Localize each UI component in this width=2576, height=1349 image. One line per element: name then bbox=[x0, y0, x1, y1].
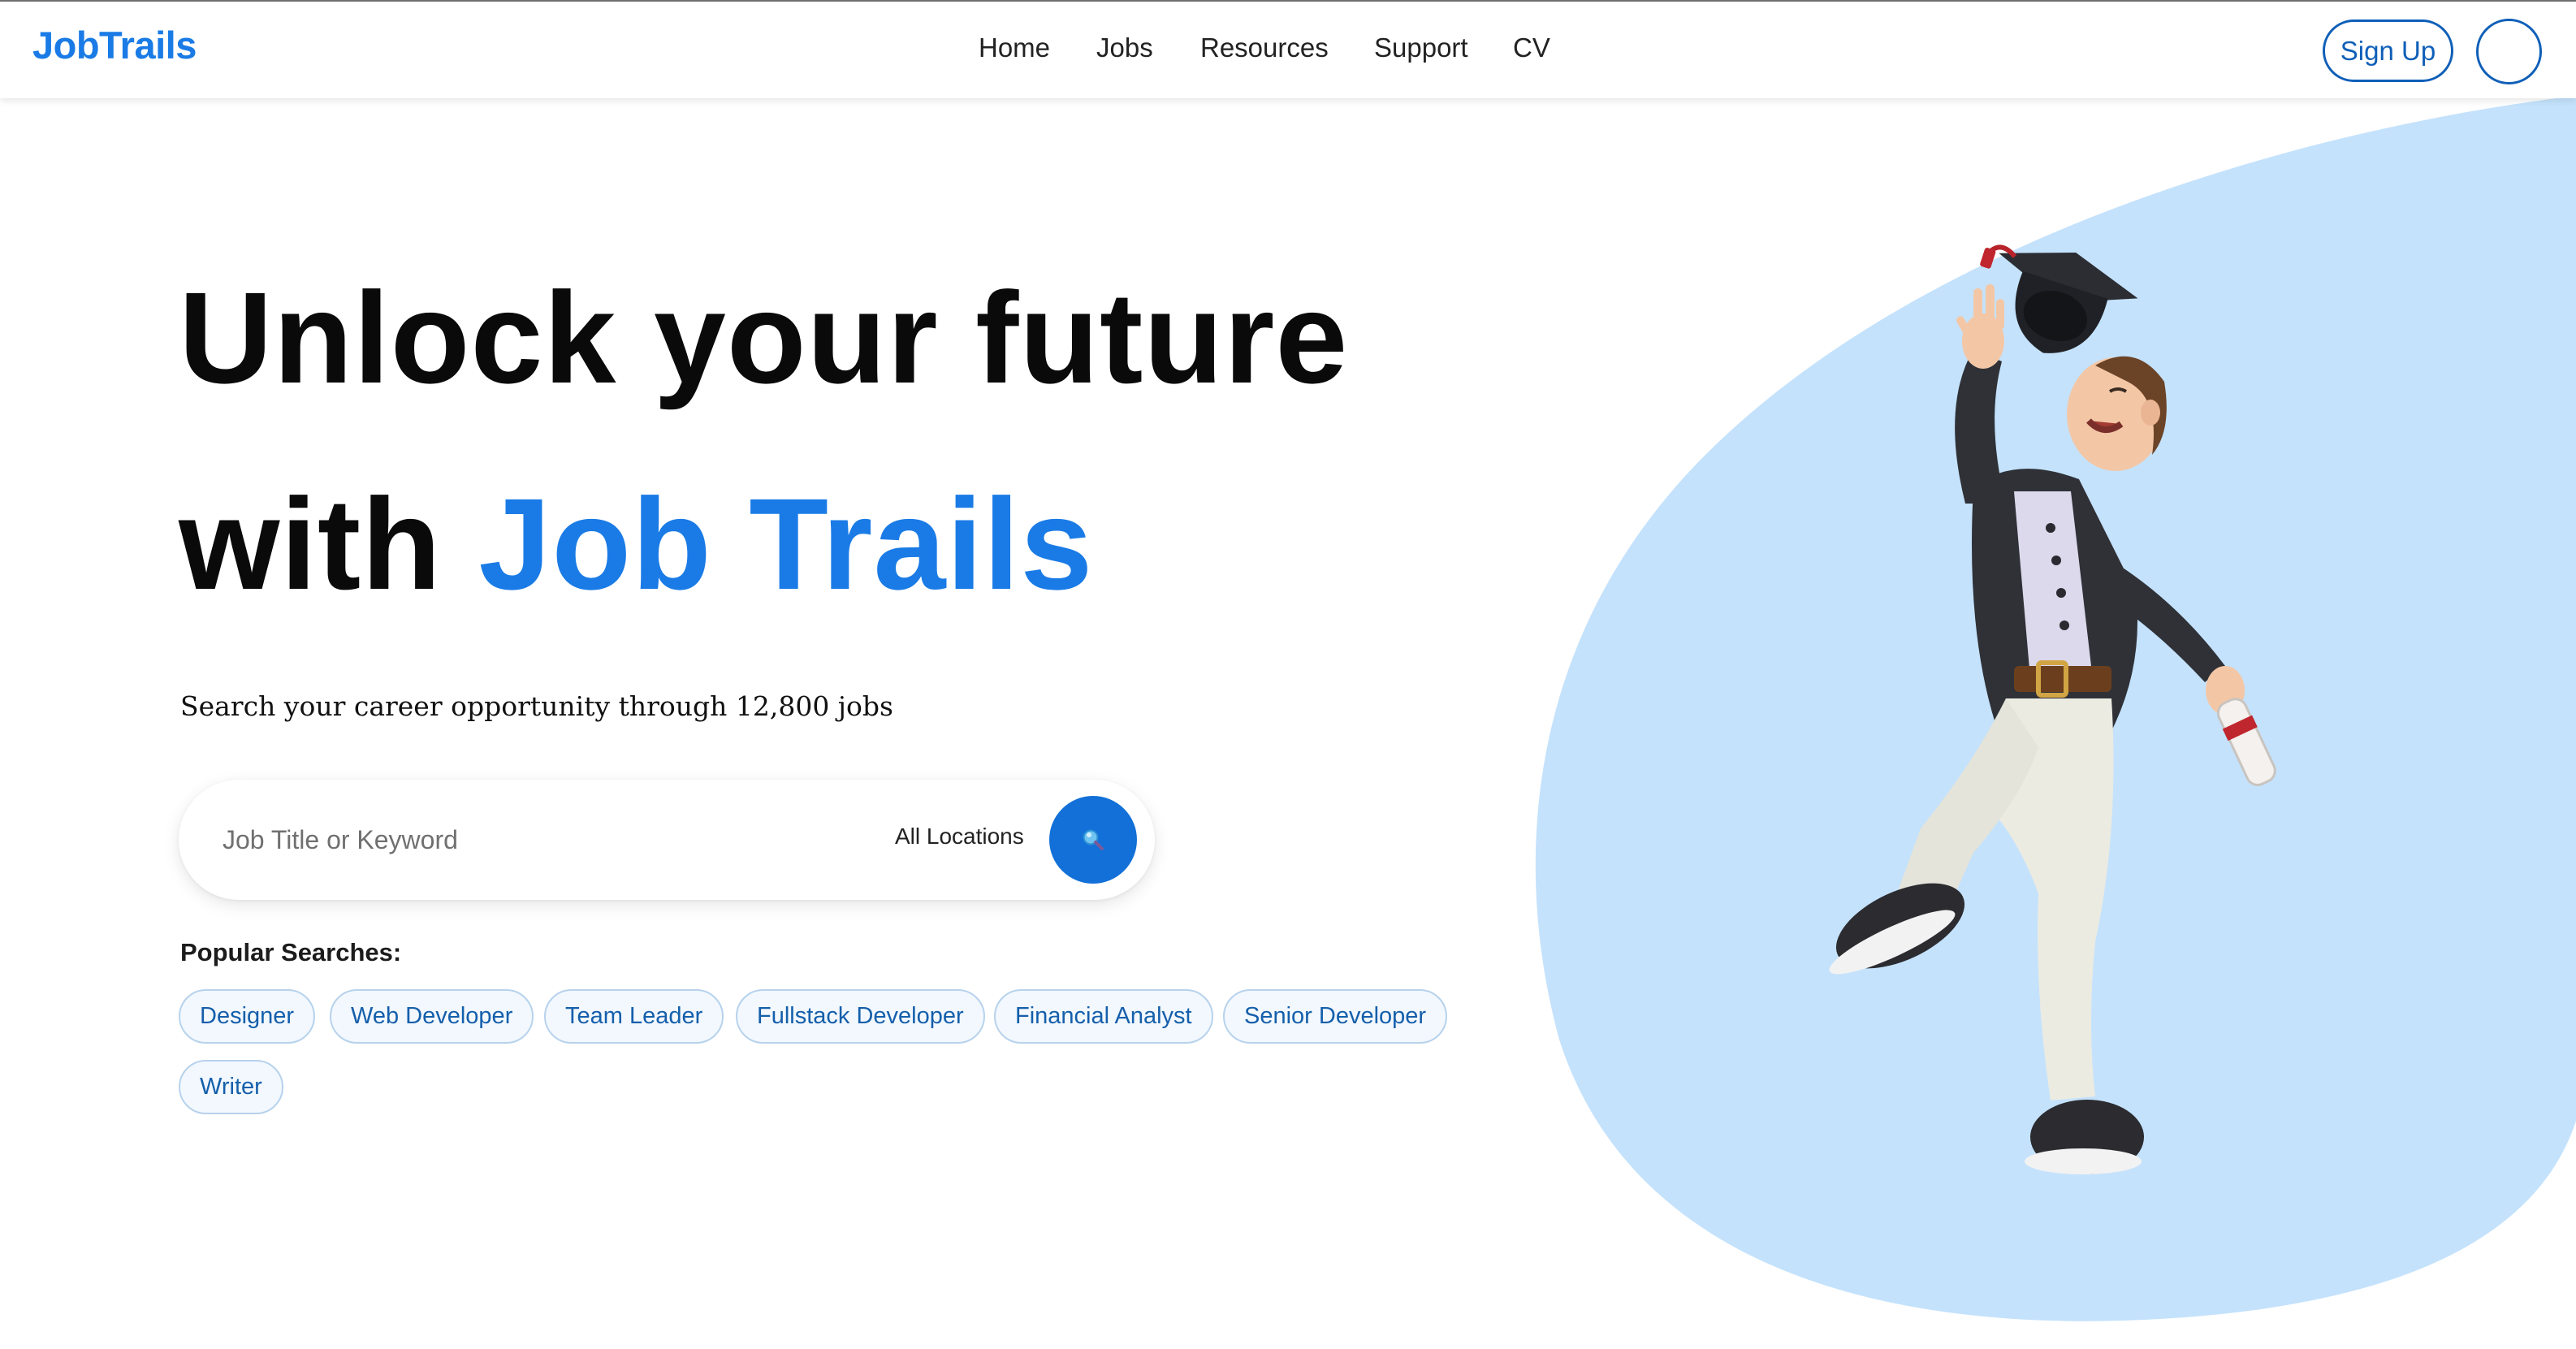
search-icon bbox=[1083, 829, 1104, 850]
hero-headline-prefix: with bbox=[179, 471, 479, 616]
job-keyword-input[interactable] bbox=[221, 815, 789, 864]
popular-searches-title: Popular Searches: bbox=[180, 938, 402, 966]
location-select[interactable]: All Locations bbox=[895, 824, 1024, 850]
hero-subtitle: Search your career opportunity through 1… bbox=[180, 690, 893, 722]
nav-home[interactable]: Home bbox=[979, 32, 1050, 63]
hero-headline-accent: Job Trails bbox=[478, 471, 1094, 616]
popular-tag[interactable]: Senior Developer bbox=[1223, 989, 1448, 1044]
job-search-bar: All Locations bbox=[179, 780, 1155, 900]
popular-tag[interactable]: Writer bbox=[179, 1060, 283, 1114]
nav-jobs[interactable]: Jobs bbox=[1096, 32, 1153, 63]
popular-tag[interactable]: Web Developer bbox=[330, 989, 534, 1044]
main-nav: Home Jobs Resources Support CV bbox=[0, 32, 2576, 68]
user-avatar[interactable] bbox=[2476, 19, 2542, 84]
popular-tag[interactable]: Team Leader bbox=[544, 989, 724, 1044]
popular-tag[interactable]: Designer bbox=[179, 989, 316, 1044]
top-navbar: JobTrails Home Jobs Resources Support CV… bbox=[0, 0, 2576, 98]
sign-up-button[interactable]: Sign Up bbox=[2323, 19, 2453, 82]
hero-headline-line2: with Job Trails bbox=[179, 479, 1093, 609]
nav-cv[interactable]: CV bbox=[1513, 32, 1550, 63]
popular-tag[interactable]: Financial Analyst bbox=[994, 989, 1213, 1044]
search-button[interactable] bbox=[1049, 796, 1137, 884]
popular-tag[interactable]: Fullstack Developer bbox=[736, 989, 985, 1044]
hero-headline-line1: Unlock your future bbox=[179, 265, 1349, 410]
nav-resources[interactable]: Resources bbox=[1200, 32, 1329, 63]
graduate-character-illustration bbox=[1829, 244, 2276, 1174]
nav-support[interactable]: Support bbox=[1374, 32, 1468, 63]
